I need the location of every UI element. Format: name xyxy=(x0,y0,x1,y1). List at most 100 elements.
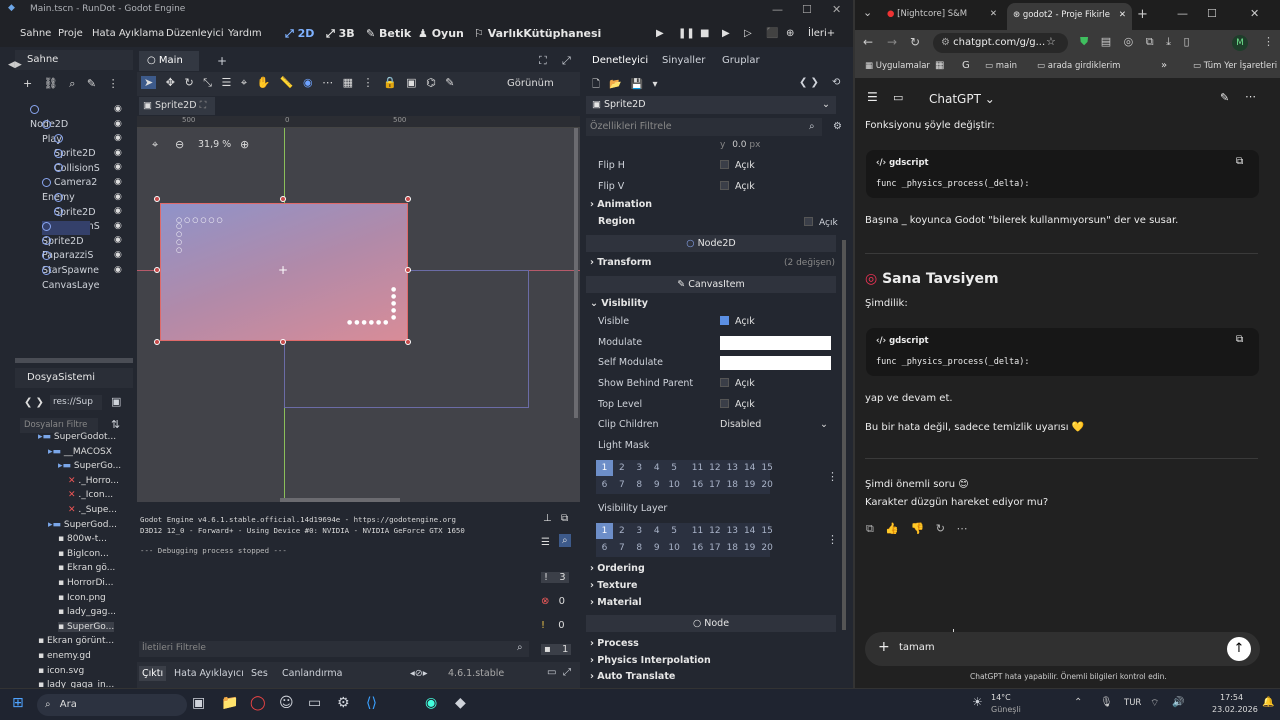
section-ordering[interactable]: › Ordering xyxy=(590,563,645,574)
tools-icon[interactable]: ⚙ xyxy=(833,121,842,132)
mic-icon[interactable]: 🎙 xyxy=(1100,697,1113,708)
tab-debugger[interactable]: Hata Ayıklayıcı xyxy=(174,668,244,679)
more-icon[interactable]: ⋮ xyxy=(108,77,119,90)
godot-task-icon[interactable]: ◆ xyxy=(455,695,466,711)
file-item[interactable]: ▪ enemy.gd xyxy=(38,651,91,661)
more-bookmarks-icon[interactable]: » xyxy=(1161,60,1167,71)
file-item[interactable]: ▪ lady_gaga_in... xyxy=(38,680,114,688)
save-icon[interactable]: 💾 xyxy=(631,79,643,90)
taskbar-search[interactable]: ⌕ Ara xyxy=(37,694,187,716)
open-icon[interactable]: 📂 xyxy=(609,79,621,90)
link-icon[interactable]: ⛓ xyxy=(44,77,58,90)
language[interactable]: TUR xyxy=(1124,698,1141,708)
bookmark-apps[interactable]: ▦ Uygulamalar xyxy=(865,61,930,71)
layer-bit[interactable]: 19 xyxy=(741,477,758,493)
layer-bit[interactable]: 10 xyxy=(666,477,683,493)
output-filter-input[interactable]: İletileri Filtrele xyxy=(139,641,529,657)
tab-nightcore[interactable]: ● [Nightcore] S&M ✕ xyxy=(883,5,1003,25)
offset-y[interactable]: y 0.0 px xyxy=(720,140,760,150)
dock-arrows-icon[interactable]: ◀▶ xyxy=(8,60,22,70)
section-visibility[interactable]: ⌄ Visibility xyxy=(590,298,648,309)
back-icon[interactable]: ← xyxy=(863,35,873,49)
layer-bit[interactable]: 9 xyxy=(648,477,665,493)
attach-icon[interactable]: + xyxy=(878,639,890,655)
file-item[interactable]: ▸▬ SuperGod... xyxy=(48,520,117,530)
movie-icon[interactable]: ⬛ xyxy=(766,28,778,39)
minimize-icon[interactable]: — xyxy=(1177,7,1188,20)
google-icon[interactable]: G xyxy=(962,60,970,71)
volume-icon[interactable]: 🔊 xyxy=(1172,697,1184,708)
h-scrollbar[interactable] xyxy=(280,498,400,502)
distraction-free-icon[interactable]: ⛶ xyxy=(539,54,547,68)
sidepanel-icon[interactable]: ▯ xyxy=(1184,35,1190,48)
property-filter-input[interactable]: Özellikleri Filtrele xyxy=(586,118,822,136)
new-tab-icon[interactable]: + xyxy=(217,54,227,68)
scale-tool-icon[interactable]: ⤡ xyxy=(203,76,212,89)
layer-bit[interactable]: 18 xyxy=(724,540,741,556)
play-custom-icon[interactable]: ▷ xyxy=(744,28,752,39)
layer-bit[interactable]: 13 xyxy=(724,523,741,539)
layer-bit[interactable]: 2 xyxy=(613,460,630,476)
windows-start-icon[interactable]: ⊞ xyxy=(12,695,24,711)
workspace-game[interactable]: ♟ Oyun xyxy=(418,27,464,40)
error-count[interactable]: ! 3 xyxy=(541,572,569,583)
visibility-eye-icon[interactable]: ◉ xyxy=(114,250,122,260)
layer-bit[interactable]: 1 xyxy=(596,460,613,476)
forward-icon[interactable]: → xyxy=(887,35,897,49)
workspace-assetlib[interactable]: ⚐ VarlıkKütüphanesi xyxy=(474,27,601,40)
move-tool-icon[interactable]: ✥ xyxy=(166,76,175,89)
output-search-icon[interactable]: ⌕ xyxy=(559,534,571,547)
stop-icon[interactable]: ■ xyxy=(700,28,709,39)
tree-node[interactable]: Sprite2D xyxy=(42,220,90,247)
tree-node[interactable]: PaparazziS xyxy=(42,235,93,261)
new-tab-icon[interactable]: + xyxy=(1137,7,1148,22)
bookmark-arada[interactable]: ▭ arada girdiklerim xyxy=(1037,61,1120,71)
section-animation[interactable]: › Animation xyxy=(590,199,652,210)
layer-bit[interactable]: 9 xyxy=(648,540,665,556)
section-physics-interp[interactable]: › Physics Interpolation xyxy=(590,655,711,666)
ruler-icon[interactable]: 📏 xyxy=(280,76,294,89)
project-folder-icon[interactable]: ▭ xyxy=(893,91,903,104)
file-item[interactable]: ▪ icon.svg xyxy=(38,666,84,676)
layer-bit[interactable]: 15 xyxy=(759,523,776,539)
v-scrollbar[interactable] xyxy=(574,128,578,418)
layer-bit[interactable]: 6 xyxy=(596,477,613,493)
visibility-layer-grid[interactable]: 1 2 3 4 5 11 12 13 14 15 6 7 8 9 10 16 17 18 19 20 xyxy=(596,523,773,557)
filesystem-title[interactable]: DosyaSistemi xyxy=(15,368,133,388)
layer-bit[interactable]: 1 xyxy=(596,523,613,539)
path-field[interactable]: res://Sup xyxy=(50,395,102,410)
script-icon[interactable]: ✎ xyxy=(87,77,96,90)
layer-bit[interactable]: 16 xyxy=(689,540,706,556)
layer-bit[interactable]: 12 xyxy=(706,460,723,476)
layer-bit[interactable]: 12 xyxy=(706,523,723,539)
flip-h-check[interactable]: Açık xyxy=(720,160,755,171)
app-discord-icon[interactable]: ☺ xyxy=(279,695,294,711)
sort-icon[interactable]: ⇅ xyxy=(111,418,120,431)
bone-icon[interactable]: ⌬ xyxy=(426,76,436,89)
file-item[interactable]: ▪ Icon.png xyxy=(58,593,106,603)
tab-groups[interactable]: Gruplar xyxy=(722,55,760,66)
visibility-eye-icon[interactable]: ◉ xyxy=(114,104,122,114)
file-item[interactable]: ▪ SuperGo... xyxy=(58,621,115,632)
visibility-eye-icon[interactable]: ◉ xyxy=(114,119,122,129)
app-opera-icon[interactable]: ◯ xyxy=(250,695,266,711)
layer-bit[interactable]: 3 xyxy=(631,460,648,476)
collapse-icon[interactable]: ☰ xyxy=(541,537,550,548)
handle-tl[interactable] xyxy=(154,196,160,202)
smart-snap-icon[interactable]: ◉ xyxy=(303,76,313,89)
warning-count[interactable]: ⊗ 0 xyxy=(541,596,565,607)
file-item[interactable]: ▸▬ SuperGo... xyxy=(58,461,121,471)
tab-audio[interactable]: Ses xyxy=(251,668,268,679)
layer-bit[interactable]: 20 xyxy=(759,477,776,493)
section-transform[interactable]: › Transform xyxy=(590,257,651,268)
copy-icon[interactable]: ⧉ xyxy=(866,522,874,535)
puzzle-icon[interactable]: ⧉ xyxy=(1146,35,1154,48)
bookmark-main[interactable]: ▭ main xyxy=(985,61,1017,71)
layer-bit[interactable]: 3 xyxy=(631,523,648,539)
expand-icon[interactable]: ⤢ xyxy=(562,54,571,68)
light-mask-grid[interactable]: 1 2 3 4 5 11 12 13 14 15 6 7 8 9 10 16 17 18 19 20 xyxy=(596,460,773,494)
history-arrows-icon[interactable]: ❮ ❯ xyxy=(24,397,44,408)
tab-search-icon[interactable]: ⌄ xyxy=(863,6,872,19)
tab-output[interactable]: Çıktı xyxy=(139,666,167,681)
close-icon[interactable]: ✕ xyxy=(1250,7,1259,20)
